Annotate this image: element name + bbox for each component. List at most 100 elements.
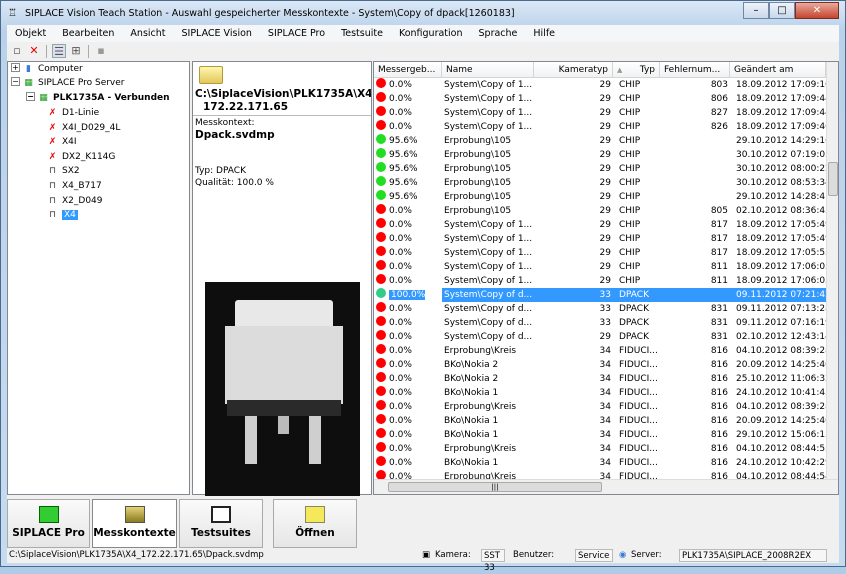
result-cell: 0.0% [374, 372, 442, 386]
tree-node-station[interactable]: ⊓ X4_B717 [46, 180, 102, 193]
result-cell: 0.0% [374, 106, 442, 120]
tree-node-line[interactable]: − ▦ PLK1735A - Verbunden [26, 92, 170, 105]
result-text: 0.0% [389, 402, 412, 412]
column-header-camera[interactable]: Kameratyp [534, 62, 613, 77]
oeffnen-button[interactable]: Öffnen [273, 499, 357, 548]
minimize-button[interactable]: – [743, 2, 769, 19]
tree-node-station[interactable]: ✗ X4I_D029_4L [46, 122, 121, 135]
table-row[interactable]: 0.0% System\Copy of 1... 29 CHIP 817 18.09.20… [374, 246, 826, 260]
error-cell: 817 [710, 248, 728, 258]
tree-node-station[interactable]: ⊓ X4 [46, 209, 78, 222]
error-cell: 827 [710, 108, 728, 118]
menu-objekt[interactable]: Objekt [7, 25, 54, 42]
tree-node-station[interactable]: ✗ X4I [46, 136, 77, 149]
table-row[interactable]: 0.0% System\Copy of d... 33 DPACK 831 09.11.2… [374, 316, 826, 330]
tree-node-station[interactable]: ✗ D1-Linie [46, 107, 99, 120]
tree-node-station[interactable]: ⊓ SX2 [46, 165, 80, 178]
collapse-icon[interactable]: − [11, 77, 20, 86]
table-row[interactable]: 0.0% BKo\Nokia 2 34 FIDUCI... 816 20.09.2012 … [374, 358, 826, 372]
table-row[interactable]: 0.0% BKo\Nokia 1 34 FIDUCI... 816 24.10.2012 … [374, 386, 826, 400]
type-cell: CHIP [619, 276, 641, 286]
table-row[interactable]: 95.6% Erprobung\105 29 CHIP 30.10.2012 07:19… [374, 148, 826, 162]
table-row[interactable]: 0.0% Erprobung\Kreis 34 FIDUCI... 816 04.10.2… [374, 442, 826, 456]
status-dot-icon [376, 134, 386, 144]
result-text: 0.0% [389, 220, 412, 230]
button-label: Testsuites [191, 527, 251, 539]
status-path: C:\SiplaceVision\PLK1735A\X4_172.22.171.… [9, 550, 264, 560]
column-header-result[interactable]: Messergeb... [374, 62, 442, 77]
table-row[interactable]: 0.0% BKo\Nokia 1 34 FIDUCI... 816 24.10.2012 … [374, 456, 826, 470]
tree-node-station[interactable]: ⊓ X2_D049 [46, 195, 103, 208]
result-cell: 0.0% [374, 78, 442, 92]
table-row[interactable]: 0.0% System\Copy of 1... 29 CHIP 827 18.09.20… [374, 106, 826, 120]
menu-siplace-vision[interactable]: SIPLACE Vision [174, 25, 260, 42]
table-row[interactable]: 95.6% Erprobung\105 29 CHIP 29.10.2012 14:29… [374, 134, 826, 148]
table-row[interactable]: 95.6% Erprobung\105 29 CHIP 30.10.2012 08:53… [374, 176, 826, 190]
expand-icon[interactable]: + [11, 63, 20, 72]
changed-cell: 18.09.2012 17:09:10 [736, 80, 826, 90]
table-row[interactable]: 0.0% BKo\Nokia 1 34 FIDUCI... 816 20.09.2012 … [374, 414, 826, 428]
tiles-view-icon[interactable]: ⊞ [69, 44, 83, 58]
vertical-scrollbar[interactable] [826, 62, 838, 480]
scroll-thumb[interactable]: ||| [388, 482, 602, 492]
result-text: 0.0% [389, 248, 412, 258]
siplace-pro-button[interactable]: SIPLACE Pro [7, 499, 90, 548]
close-button[interactable]: ✕ [795, 2, 839, 19]
result-cell: 0.0% [374, 204, 442, 218]
table-row[interactable]: 0.0% System\Copy of 1... 29 CHIP 817 18.09.20… [374, 232, 826, 246]
table-row[interactable]: 0.0% System\Copy of 1... 29 CHIP 806 18.09.20… [374, 92, 826, 106]
column-header-error[interactable]: Fehlernum... [660, 62, 730, 77]
table-row[interactable]: 95.6% Erprobung\105 29 CHIP 29.10.2012 14:28… [374, 190, 826, 204]
table-row[interactable]: 0.0% System\Copy of 1... 29 CHIP 826 18.09.20… [374, 120, 826, 134]
type-cell: FIDUCI... [619, 430, 658, 440]
column-header-type[interactable]: ▲ Typ [613, 62, 660, 77]
collapse-icon[interactable]: − [26, 92, 35, 101]
maximize-button[interactable]: □ [769, 2, 795, 19]
table-row[interactable]: 0.0% Erprobung\105 29 CHIP 805 02.10.2012 08:… [374, 204, 826, 218]
menu-ansicht[interactable]: Ansicht [122, 25, 173, 42]
station-icon: ⊓ [48, 166, 57, 177]
error-cell: 817 [710, 234, 728, 244]
new-icon[interactable]: ▫ [10, 44, 24, 58]
messkontexte-button[interactable]: Messkontexte [92, 499, 177, 548]
menu-sprache[interactable]: Sprache [471, 25, 526, 42]
table-row[interactable]: 0.0% Erprobung\Kreis 34 FIDUCI... 816 04.10.2… [374, 400, 826, 414]
table-row[interactable]: 95.6% Erprobung\105 29 CHIP 30.10.2012 08:00… [374, 162, 826, 176]
table-row[interactable]: 0.0% System\Copy of 1... 29 CHIP 811 18.09.20… [374, 274, 826, 288]
table-row[interactable]: 0.0% System\Copy of d... 33 DPACK 831 09.11.2… [374, 302, 826, 316]
column-header-name[interactable]: Name [442, 62, 534, 77]
table-row[interactable]: 0.0% System\Copy of 1... 29 CHIP 803 18.09.20… [374, 78, 826, 92]
details-view-icon[interactable]: ☰ [52, 44, 66, 58]
table-row[interactable]: 0.0% System\Copy of 1... 29 CHIP 817 18.09.20… [374, 218, 826, 232]
column-header-changed[interactable]: Geändert am [730, 62, 826, 77]
testsuites-button[interactable]: Testsuites [179, 499, 263, 548]
delete-icon[interactable]: ✕ [27, 44, 41, 58]
result-cell: 0.0% [374, 260, 442, 274]
menu-konfiguration[interactable]: Konfiguration [391, 25, 471, 42]
table-row[interactable]: 100.0% System\Copy of d... 33 DPACK 09.11.20… [374, 288, 826, 302]
station-icon: ⊓ [48, 210, 57, 221]
type-cell: CHIP [619, 150, 641, 160]
status-dot-icon [376, 162, 386, 172]
tree-node-computer[interactable]: + ▮ Computer [11, 63, 83, 76]
tree-node-server[interactable]: − ▦ SIPLACE Pro Server [11, 77, 125, 90]
table-row[interactable]: 0.0% BKo\Nokia 1 34 FIDUCI... 816 29.10.2012 … [374, 428, 826, 442]
line-icon: ▦ [39, 93, 48, 103]
station-tree: + ▮ Computer − ▦ SIPLACE Pro Server − ▦ PLK173… [7, 61, 190, 495]
camera-cell: 29 [599, 220, 611, 230]
save-icon[interactable]: ▪ [94, 44, 108, 58]
scroll-thumb[interactable] [828, 162, 838, 196]
result-text: 0.0% [389, 318, 412, 328]
name-cell: System\Copy of 1... [444, 94, 533, 104]
table-row[interactable]: 0.0% Erprobung\Kreis 34 FIDUCI... 816 04.10.2… [374, 344, 826, 358]
menu-bearbeiten[interactable]: Bearbeiten [54, 25, 122, 42]
tree-node-station[interactable]: ✗ DX2_K114G [46, 151, 116, 164]
table-row[interactable]: 0.0% System\Copy of 1... 29 CHIP 811 18.09.20… [374, 260, 826, 274]
menu-siplace-pro[interactable]: SIPLACE Pro [260, 25, 333, 42]
menu-testsuite[interactable]: Testsuite [333, 25, 391, 42]
menu-hilfe[interactable]: Hilfe [525, 25, 563, 42]
tree-label: PLK1735A - Verbunden [53, 93, 170, 103]
table-row[interactable]: 0.0% System\Copy of d... 29 DPACK 831 02.10.2… [374, 330, 826, 344]
horizontal-scrollbar[interactable]: ||| [374, 479, 838, 494]
table-row[interactable]: 0.0% BKo\Nokia 2 34 FIDUCI... 816 25.10.2012 … [374, 372, 826, 386]
